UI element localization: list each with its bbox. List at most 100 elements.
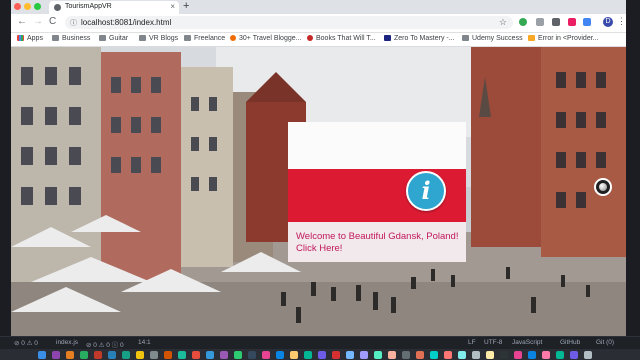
app-icon[interactable]: [290, 351, 298, 359]
trash-icon[interactable]: [584, 351, 592, 359]
finder-icon[interactable]: [38, 351, 46, 359]
grammarly-extension-icon[interactable]: [519, 18, 527, 26]
extension-icon[interactable]: [536, 18, 544, 26]
bookmark-error-provider[interactable]: Error in <Provider...: [528, 35, 599, 42]
back-button[interactable]: ←: [17, 16, 27, 27]
minimize-window-button[interactable]: [24, 3, 31, 10]
welcome-panel[interactable]: Welcome to Beautiful Gdansk, Poland! Cli…: [288, 222, 466, 262]
zero-to-mastery-icon: [384, 35, 391, 41]
bookmark-star-icon[interactable]: ☆: [499, 17, 507, 28]
app-icon[interactable]: [150, 351, 158, 359]
folder-icon: [139, 35, 146, 41]
app-icon[interactable]: [416, 351, 424, 359]
github-indicator[interactable]: GitHub: [560, 339, 580, 346]
folder-icon: [52, 35, 59, 41]
bookmark-business[interactable]: Business: [52, 35, 90, 42]
app-icon[interactable]: [52, 351, 60, 359]
folder-icon: [462, 35, 469, 41]
app-icon[interactable]: [192, 351, 200, 359]
bookmark-travel-bloggers[interactable]: 30+ Travel Blogge...: [230, 35, 301, 42]
app-icon[interactable]: [402, 351, 410, 359]
active-file[interactable]: index.js: [56, 339, 78, 346]
app-icon[interactable]: [514, 351, 522, 359]
app-icon[interactable]: [570, 351, 578, 359]
books-icon: [307, 35, 313, 41]
extension-icon[interactable]: [568, 18, 576, 26]
bookmark-vr-blogs[interactable]: VR Blogs: [139, 35, 178, 42]
app-icon[interactable]: [360, 351, 368, 359]
app-icon[interactable]: [94, 351, 102, 359]
app-icon[interactable]: [500, 351, 508, 359]
app-icon[interactable]: [528, 351, 536, 359]
app-icon[interactable]: [486, 351, 494, 359]
app-icon[interactable]: [262, 351, 270, 359]
menu-icon[interactable]: ⋮: [617, 16, 626, 27]
welcome-text[interactable]: Welcome to Beautiful Gdansk, Poland! Cli…: [296, 231, 461, 255]
app-icon[interactable]: [332, 351, 340, 359]
app-icon[interactable]: [458, 351, 466, 359]
app-icon[interactable]: [444, 351, 452, 359]
app-icon[interactable]: [164, 351, 172, 359]
tab-strip: TourismAppVR × +: [11, 0, 626, 14]
site-info-icon[interactable]: ⓘ: [70, 18, 77, 28]
app-icon[interactable]: [276, 351, 284, 359]
app-icon[interactable]: [66, 351, 74, 359]
eol-indicator[interactable]: LF: [468, 339, 476, 346]
globe-icon: [54, 4, 61, 11]
bookmark-zero-to-mastery[interactable]: Zero To Mastery -...: [384, 35, 455, 42]
app-icon[interactable]: [388, 351, 396, 359]
polish-flag-white-band: [288, 122, 466, 169]
app-icon[interactable]: [122, 351, 130, 359]
language-indicator[interactable]: JavaScript: [512, 339, 542, 346]
reload-button[interactable]: C: [49, 16, 56, 27]
apps-grid-icon: [17, 35, 24, 41]
encoding-indicator[interactable]: UTF-8: [484, 339, 502, 346]
bookmarks-bar: Apps Business Guitar VR Blogs Freelance …: [11, 33, 626, 47]
bookmark-freelance[interactable]: Freelance: [184, 35, 225, 42]
close-tab-icon[interactable]: ×: [170, 2, 175, 11]
app-icon[interactable]: [304, 351, 312, 359]
app-icon[interactable]: [206, 351, 214, 359]
app-icon[interactable]: [136, 351, 144, 359]
browser-toolbar: ← → C ⓘ localhost:8081/index.html ☆ D ⋮: [11, 14, 626, 33]
bookmark-guitar[interactable]: Guitar: [99, 35, 128, 42]
gdansk-info-card[interactable]: i Welcome to Beautiful Gdansk, Poland! C…: [288, 122, 466, 262]
new-tab-button[interactable]: +: [183, 0, 189, 12]
info-icon[interactable]: i: [406, 171, 446, 211]
building-right-1: [471, 47, 541, 247]
app-icon[interactable]: [542, 351, 550, 359]
address-url[interactable]: localhost:8081/index.html: [81, 18, 171, 27]
travel-blog-icon: [230, 35, 236, 41]
address-bar[interactable]: ⓘ localhost:8081/index.html ☆: [65, 16, 513, 29]
extension-icon[interactable]: [583, 18, 591, 26]
app-icon[interactable]: [374, 351, 382, 359]
diagnostics-indicator[interactable]: ⊘ 0 ⚠ 0 ⓘ 0: [86, 339, 124, 349]
tab-tourismappvr[interactable]: TourismAppVR ×: [49, 1, 179, 14]
problems-indicator[interactable]: ⊘ 0 ⚠ 0: [14, 339, 38, 347]
bookmark-apps[interactable]: Apps: [17, 35, 43, 42]
app-icon[interactable]: [220, 351, 228, 359]
macos-dock: [0, 349, 640, 360]
app-icon[interactable]: [80, 351, 88, 359]
profile-avatar[interactable]: D: [603, 17, 613, 27]
app-icon[interactable]: [556, 351, 564, 359]
app-icon[interactable]: [346, 351, 354, 359]
app-icon[interactable]: [318, 351, 326, 359]
app-icon[interactable]: [248, 351, 256, 359]
vr-mode-icon[interactable]: [594, 178, 612, 196]
git-indicator[interactable]: Git (0): [596, 339, 614, 346]
app-icon[interactable]: [430, 351, 438, 359]
close-window-button[interactable]: [14, 3, 21, 10]
app-icon[interactable]: [108, 351, 116, 359]
bookmark-udemy-success[interactable]: Udemy Success: [462, 35, 523, 42]
forward-button[interactable]: →: [33, 16, 43, 27]
app-icon[interactable]: [234, 351, 242, 359]
bookmark-books[interactable]: Books That Will T...: [307, 35, 376, 42]
maximize-window-button[interactable]: [34, 3, 41, 10]
cursor-position[interactable]: 14:1: [138, 339, 151, 346]
tab-title: TourismAppVR: [65, 3, 112, 10]
shield-extension-icon[interactable]: [552, 18, 560, 26]
vr-viewport[interactable]: i Welcome to Beautiful Gdansk, Poland! C…: [11, 47, 626, 336]
app-icon[interactable]: [472, 351, 480, 359]
app-icon[interactable]: [178, 351, 186, 359]
